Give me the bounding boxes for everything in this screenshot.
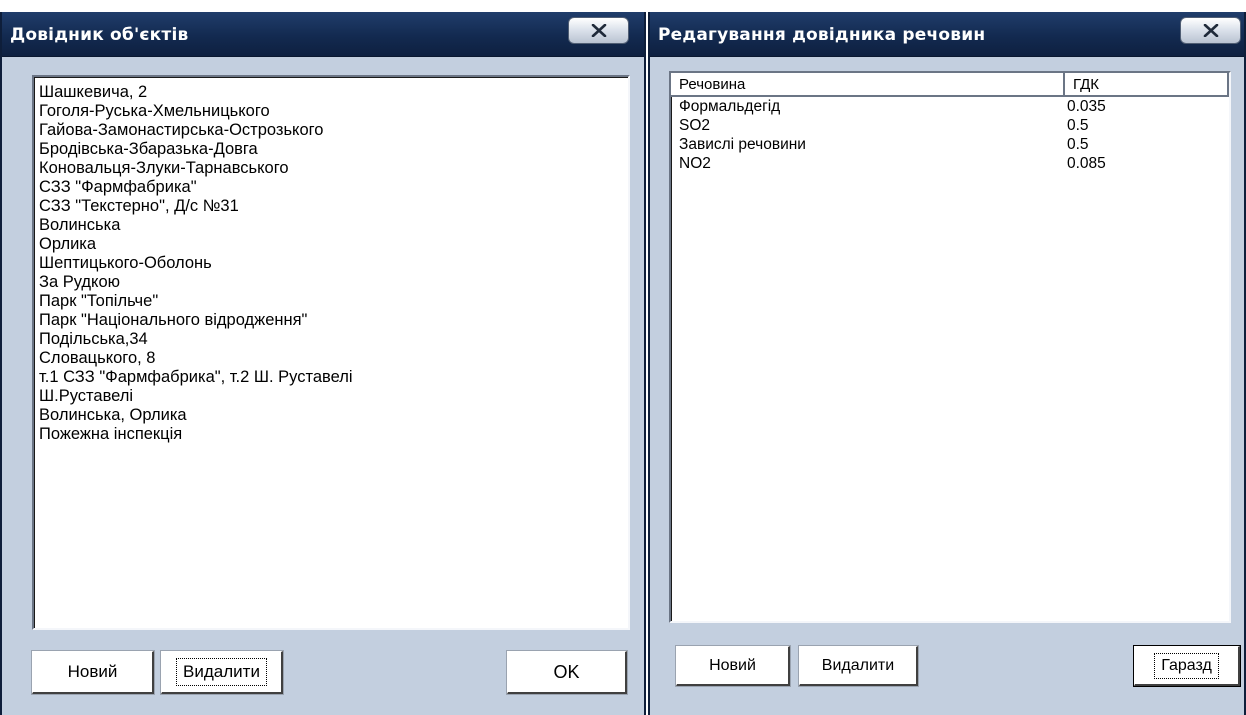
- new-object-button[interactable]: Новий: [32, 651, 154, 694]
- list-item[interactable]: Бродівська-Збаразька-Довга: [39, 140, 628, 159]
- list-item[interactable]: Гайова-Замонастирська-Острозького: [39, 121, 628, 140]
- delete-object-button[interactable]: Видалити: [161, 651, 283, 694]
- list-item[interactable]: Парк "Топільче": [39, 292, 628, 311]
- list-item[interactable]: Гоголя-Руська-Хмельницького: [39, 102, 628, 121]
- objects-listbox[interactable]: Шашкевича, 2 Гоголя-Руська-Хмельницького…: [32, 75, 630, 630]
- substances-table[interactable]: Речовина ГДК Формальдегід 0.035 SO2 0.5 …: [669, 71, 1231, 623]
- list-item[interactable]: Ш.Руставелі: [39, 387, 628, 406]
- list-item[interactable]: Шашкевича, 2: [39, 83, 628, 102]
- delete-substance-button[interactable]: Видалити: [799, 646, 918, 686]
- list-item[interactable]: Парк "Національного відродження": [39, 311, 628, 330]
- substance-gdk: 0.085: [1067, 155, 1106, 172]
- substance-name: NO2: [679, 155, 711, 172]
- substance-name: SO2: [679, 117, 711, 134]
- new-substance-button[interactable]: Новий: [676, 646, 790, 686]
- list-item[interactable]: Орлика: [39, 235, 628, 254]
- list-item[interactable]: Пожежна інспекція: [39, 425, 628, 444]
- objects-window-titlebar[interactable]: Довідник об'єктів: [2, 12, 644, 57]
- substances-window: Редагування довідника речовин Речовина Г…: [648, 12, 1246, 715]
- objects-close-button[interactable]: [568, 17, 629, 44]
- ok-button[interactable]: OK: [507, 651, 627, 694]
- delete-object-button-label: Видалити: [176, 658, 267, 686]
- substances-window-title: Редагування довідника речовин: [658, 25, 986, 45]
- column-header-substance[interactable]: Речовина: [671, 73, 1065, 97]
- list-item[interactable]: СЗЗ "Текстерно", Д/с №31: [39, 197, 628, 216]
- substances-close-button[interactable]: [1180, 17, 1241, 44]
- close-icon: [1203, 24, 1219, 37]
- substances-window-titlebar[interactable]: Редагування довідника речовин: [650, 12, 1244, 57]
- close-icon: [591, 24, 607, 37]
- list-item[interactable]: Шептицького-Оболонь: [39, 254, 628, 273]
- column-header-gdk[interactable]: ГДК: [1065, 73, 1229, 97]
- garazd-button-label: Гаразд: [1154, 652, 1219, 679]
- list-item[interactable]: т.1 СЗЗ "Фармфабрика", т.2 Ш. Руставелі: [39, 368, 628, 387]
- list-item[interactable]: За Рудкою: [39, 273, 628, 292]
- list-item[interactable]: Волинська, Орлика: [39, 406, 628, 425]
- table-row[interactable]: NO2 0.085: [671, 154, 1229, 173]
- substance-name: Формальдегід: [679, 98, 781, 115]
- list-item[interactable]: Словацького, 8: [39, 349, 628, 368]
- table-row[interactable]: Формальдегід 0.035: [671, 97, 1229, 116]
- table-row[interactable]: SO2 0.5: [671, 116, 1229, 135]
- list-item[interactable]: Волинська: [39, 216, 628, 235]
- substance-name: Завислі речовини: [679, 136, 806, 153]
- objects-window-title: Довідник об'єктів: [10, 25, 189, 45]
- objects-window: Довідник об'єктів Шашкевича, 2 Гоголя-Ру…: [0, 12, 646, 715]
- garazd-button[interactable]: Гаразд: [1134, 646, 1240, 686]
- substance-gdk: 0.5: [1067, 136, 1089, 153]
- list-item[interactable]: Подільська,34: [39, 330, 628, 349]
- list-item[interactable]: СЗЗ "Фармфабрика": [39, 178, 628, 197]
- table-row[interactable]: Завислі речовини 0.5: [671, 135, 1229, 154]
- substance-gdk: 0.5: [1067, 117, 1089, 134]
- list-item[interactable]: Коновальця-Злуки-Тарнавського: [39, 159, 628, 178]
- substance-gdk: 0.035: [1067, 98, 1106, 115]
